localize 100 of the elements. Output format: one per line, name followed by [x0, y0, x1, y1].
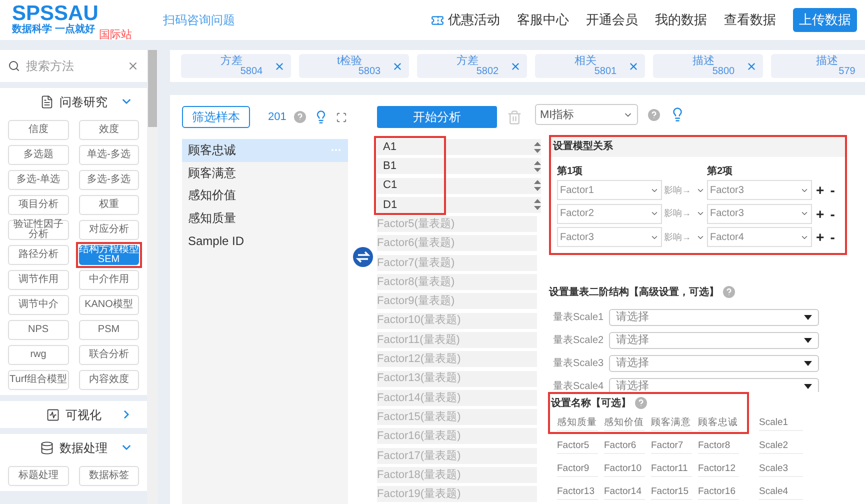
method-button[interactable]: 多选题: [8, 145, 68, 165]
lightbulb-icon[interactable]: [670, 107, 685, 122]
close-icon[interactable]: [392, 60, 403, 72]
consult-link[interactable]: 扫码咨询问题: [163, 11, 235, 29]
spinner-icon[interactable]: [534, 180, 541, 192]
search-bar[interactable]: 搜索方法: [0, 50, 147, 82]
factor-slot[interactable]: D1: [377, 196, 541, 213]
method-button[interactable]: 验证性因子分析: [8, 220, 68, 240]
add-button[interactable]: +: [816, 230, 824, 244]
method-button[interactable]: 多选-多选: [78, 170, 139, 190]
name-field[interactable]: Factor11: [651, 462, 692, 478]
method-button[interactable]: 调节中介: [8, 295, 68, 315]
name-field[interactable]: Factor6: [604, 438, 645, 454]
close-icon[interactable]: [628, 60, 639, 72]
nav-link[interactable]: 开通会员: [586, 10, 638, 30]
name-field[interactable]: Scale2: [759, 438, 803, 454]
history-tab[interactable]: t检验 5803: [299, 54, 409, 78]
spinner-icon[interactable]: [534, 199, 541, 210]
method-button[interactable]: PSM: [78, 320, 139, 340]
variable-item[interactable]: 感知质量: [182, 206, 348, 230]
filter-button[interactable]: 筛选样本: [182, 106, 250, 128]
name-field[interactable]: Factor8: [698, 438, 739, 454]
section-header[interactable]: 问卷研究: [0, 88, 147, 115]
name-field[interactable]: Factor10: [604, 462, 645, 478]
help-icon[interactable]: [635, 397, 647, 409]
relation-select[interactable]: 影响→: [664, 227, 705, 248]
swap-icon[interactable]: [352, 247, 372, 267]
name-field[interactable]: Factor5: [557, 438, 598, 454]
index-select[interactable]: MI指标: [535, 104, 638, 126]
variable-item[interactable]: Sample ID: [182, 229, 348, 252]
name-field[interactable]: Factor7: [651, 438, 692, 454]
method-button[interactable]: 对应分析: [78, 220, 139, 240]
history-tab[interactable]: 方差 5804: [181, 54, 291, 78]
name-field[interactable]: Scale4: [759, 484, 803, 500]
nav-link[interactable]: 客服中心: [517, 10, 569, 30]
remove-button[interactable]: -: [830, 230, 835, 244]
add-button[interactable]: +: [816, 206, 824, 221]
close-icon[interactable]: [274, 60, 285, 72]
section-header[interactable]: 可视化: [0, 401, 147, 428]
name-field[interactable]: Factor15: [651, 484, 692, 500]
scale-select[interactable]: 请选择: [609, 332, 819, 348]
method-button[interactable]: 中介作用: [78, 270, 139, 290]
history-tab[interactable]: 方差 5802: [417, 54, 527, 78]
name-field[interactable]: 感知价值: [604, 416, 645, 432]
method-button[interactable]: 路径分析: [8, 245, 68, 265]
search-field[interactable]: 搜索方法: [26, 57, 121, 75]
name-field[interactable]: Scale1: [759, 416, 803, 432]
factor-slot[interactable]: A1: [377, 139, 541, 155]
close-icon[interactable]: [510, 60, 521, 72]
relation-select[interactable]: 影响→: [664, 180, 705, 200]
nav-link[interactable]: 优惠活动: [431, 10, 500, 30]
method-button[interactable]: 单选-多选: [78, 145, 139, 165]
site-badge[interactable]: 国际站: [98, 29, 132, 41]
name-field[interactable]: Factor16: [698, 484, 739, 500]
method-button[interactable]: 数据标签: [78, 466, 139, 486]
method-button[interactable]: Turf组合模型: [8, 370, 68, 390]
name-field[interactable]: Factor9: [557, 462, 598, 478]
logo[interactable]: SPSSAU: [12, 4, 163, 24]
help-icon[interactable]: [294, 111, 306, 123]
start-analysis-button[interactable]: 开始分析: [377, 106, 497, 128]
remove-button[interactable]: -: [830, 206, 835, 221]
help-icon[interactable]: [723, 286, 735, 298]
expand-icon[interactable]: [336, 112, 348, 122]
factor-select[interactable]: Factor2: [557, 204, 662, 224]
scale-select[interactable]: 请选择: [609, 308, 819, 326]
name-field[interactable]: Scale3: [759, 462, 803, 478]
variable-item[interactable]: 顾客忠诚: [182, 139, 348, 162]
history-tab[interactable]: 描述 579: [771, 54, 865, 78]
method-button[interactable]: 联合分析: [78, 345, 139, 365]
name-field[interactable]: Factor14: [604, 484, 645, 500]
method-button[interactable]: 信度: [8, 120, 68, 140]
name-field[interactable]: Factor13: [557, 484, 598, 500]
name-field[interactable]: 顾客满意: [651, 416, 692, 432]
method-button[interactable]: 效度: [78, 120, 139, 140]
history-tab[interactable]: 描述 5800: [653, 54, 763, 78]
variable-item[interactable]: 感知价值: [182, 184, 348, 207]
method-button[interactable]: KANO模型: [78, 295, 139, 315]
name-field[interactable]: 感知质量: [557, 416, 598, 432]
method-button[interactable]: 多选-单选: [8, 170, 68, 190]
method-button[interactable]: 权重: [78, 195, 139, 215]
relation-select[interactable]: 影响→: [664, 204, 705, 224]
factor-select[interactable]: Factor1: [557, 180, 662, 200]
factor-slot[interactable]: C1: [377, 178, 541, 194]
factor-select[interactable]: Factor3: [557, 227, 662, 248]
variable-item[interactable]: 顾客满意: [182, 162, 348, 184]
add-button[interactable]: +: [816, 183, 824, 198]
section-header[interactable]: 数据处理: [0, 434, 147, 461]
spinner-icon[interactable]: [534, 160, 541, 172]
upload-button[interactable]: 上传数据: [793, 8, 857, 32]
scale-select[interactable]: 请选择: [609, 354, 819, 372]
method-button[interactable]: 调节作用: [8, 270, 68, 290]
history-tab[interactable]: 相关 5801: [535, 54, 645, 78]
method-button[interactable]: 标题处理: [8, 466, 68, 486]
factor-slot[interactable]: B1: [377, 158, 541, 174]
help-icon[interactable]: [648, 108, 660, 121]
clear-icon[interactable]: [127, 60, 139, 72]
method-button[interactable]: rwg: [8, 345, 68, 365]
nav-link[interactable]: 查看数据: [724, 10, 776, 30]
method-button[interactable]: 内容效度: [78, 370, 139, 390]
name-field[interactable]: Factor12: [698, 462, 739, 478]
